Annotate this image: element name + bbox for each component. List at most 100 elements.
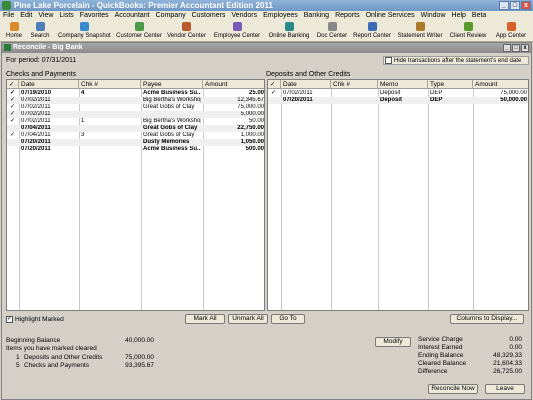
checks-col-date[interactable]: Date — [19, 80, 79, 89]
deposits-cell-date: 07/02/2011 — [283, 90, 313, 96]
menu-window[interactable]: Window — [418, 11, 449, 21]
mark-all-button[interactable]: Mark All — [185, 314, 225, 324]
deposits-col-chk[interactable]: Chk # — [331, 80, 378, 89]
toolbar-home-button[interactable]: Home — [4, 22, 24, 41]
vendor-icon — [182, 22, 191, 31]
deposits-table-row[interactable]: ✓ 07/02/2011 Deposit DEP 75,000.00 — [268, 90, 528, 97]
window-close-button[interactable]: x — [521, 44, 529, 52]
deposits-table[interactable]: ✓ Date Chk # Memo Type Amount ✓ 07/02/201… — [267, 79, 529, 311]
toolbar-label: Company Snapshot — [58, 33, 111, 39]
window-restore-button[interactable]: □ — [512, 44, 520, 52]
checks-cell-payee: Acme Business Su... — [143, 90, 201, 96]
checks-cell-chk: 4 — [81, 90, 85, 96]
leave-button[interactable]: Leave — [485, 384, 525, 394]
toolbar-vendor-center-button[interactable]: Vendor Center — [165, 22, 208, 41]
unmark-all-button[interactable]: Unmark All — [228, 314, 268, 324]
menu-banking[interactable]: Banking — [301, 11, 332, 21]
highlight-marked-checkbox[interactable]: ✓ — [6, 316, 13, 323]
checks-table-row[interactable]: ✓ 07/02/2011 1 Big Bertha's Workshop 50.00 — [7, 118, 264, 125]
maximize-button[interactable]: □ — [510, 1, 520, 10]
checks-cell-date: 07/02/2011 — [21, 111, 51, 117]
checks-col-amount[interactable]: Amount — [203, 80, 264, 89]
toolbar-client-review-button[interactable]: Client Review — [447, 22, 489, 41]
checks-cell-payee: Great Gobs of Clay — [143, 132, 195, 138]
review-icon — [463, 22, 473, 31]
deposits-section-title: Deposits and Other Credits — [266, 71, 351, 78]
toolbar-employee-center-button[interactable]: Employee Center — [212, 22, 262, 41]
checks-table-row[interactable]: ✓ 07/19/2010 4 Acme Business Su... 25.00 — [7, 90, 264, 97]
difference-value: 26,725.00 — [493, 368, 522, 375]
checks-table-row[interactable]: 07/20/2011 Dusty Memories 1,050.00 — [7, 139, 264, 146]
checks-col-chk[interactable]: Chk # — [79, 80, 141, 89]
app-title: Pine Lake Porcelain - QuickBooks: Premie… — [14, 1, 273, 10]
checks-cell-payee: Acme Business Su... — [143, 146, 201, 152]
hide-transactions-option[interactable]: Hide transactions after the statement's … — [383, 56, 529, 65]
close-button[interactable]: x — [521, 1, 531, 10]
checks-cell-date: 07/02/2011 — [21, 118, 51, 124]
checks-col-payee[interactable]: Payee — [141, 80, 203, 89]
menu-lists[interactable]: Lists — [56, 11, 76, 21]
menu-edit[interactable]: Edit — [17, 11, 35, 21]
checks-cell-chk: 1 — [81, 118, 85, 124]
deposits-col-date[interactable]: Date — [281, 80, 331, 89]
columns-to-display-button[interactable]: Columns to Display... — [450, 314, 524, 324]
toolbar-online-banking-button[interactable]: Online Banking — [266, 22, 312, 41]
hide-transactions-checkbox[interactable] — [385, 57, 392, 64]
toolbar-search-button[interactable]: Search — [28, 22, 52, 41]
deposits-col-type[interactable]: Type — [428, 80, 473, 89]
checks-summary-label: Checks and Payments — [24, 362, 90, 369]
deposits-col-memo[interactable]: Memo — [378, 80, 428, 89]
checks-cell-amount: 5,000.00 — [240, 111, 264, 117]
menu-vendors[interactable]: Vendors — [228, 11, 260, 21]
cleared-balance-label: Cleared Balance — [418, 360, 467, 367]
toolbar-doc-center-button[interactable]: Doc Center — [316, 22, 348, 41]
customer-icon — [134, 22, 144, 31]
checks-cell-amount: 12,345.67 — [237, 97, 264, 103]
toolbar-customer-center-button[interactable]: Customer Center — [116, 22, 162, 41]
reconcile-now-button[interactable]: Reconcile Now — [428, 384, 478, 394]
menu-accountant[interactable]: Accountant — [112, 11, 153, 21]
checks-table-row[interactable]: ✓ 07/02/2011 Great Gobs of Clay 75,000.00 — [7, 104, 264, 111]
checks-count: 5 — [16, 362, 20, 369]
menu-online-services[interactable]: Online Services — [363, 11, 418, 21]
toolbar-app-center-button[interactable]: App Center — [492, 22, 530, 41]
checks-cell-amount: 25.00 — [248, 90, 264, 96]
app-title-bar: Pine Lake Porcelain - QuickBooks: Premie… — [0, 0, 533, 11]
deposits-col-amount[interactable]: Amount — [473, 80, 528, 89]
checks-table-row[interactable]: 07/20/2011 Acme Business Su... 500.00 — [7, 146, 264, 153]
menu-favorites[interactable]: Favorites — [77, 11, 112, 21]
minimize-button[interactable]: _ — [499, 1, 509, 10]
toolbar-label: Online Banking — [268, 33, 310, 39]
checks-table-row[interactable]: ✓ 07/02/2011 5,000.00 — [7, 111, 264, 118]
checks-cell-chk: 3 — [81, 132, 85, 138]
checks-cell-mark: ✓ — [10, 97, 16, 103]
menu-customers[interactable]: Customers — [189, 11, 229, 21]
checks-table[interactable]: ✓ Date Chk # Payee Amount ✓ 07/19/2010 4 Ac… — [6, 79, 265, 311]
toolbar-label: Doc Center — [316, 33, 348, 39]
menu-help[interactable]: Help — [449, 11, 469, 21]
window-minimize-button[interactable]: _ — [503, 44, 511, 52]
toolbar-statement-writer-button[interactable]: Statement Writer — [397, 22, 443, 41]
toolbar-company-snapshot-button[interactable]: Company Snapshot — [58, 22, 111, 41]
menu-view[interactable]: View — [35, 11, 56, 21]
checks-col-check[interactable]: ✓ — [7, 80, 19, 89]
menu-company[interactable]: Company — [153, 11, 189, 21]
go-to-button[interactable]: Go To — [271, 314, 305, 324]
checks-cell-payee: Great Gobs of Clay — [143, 104, 195, 110]
menu-beta[interactable]: Beta — [469, 11, 489, 21]
toolbar-report-center-button[interactable]: Report Center — [352, 22, 392, 41]
menu-reports[interactable]: Reports — [332, 11, 363, 21]
deposits-cell-amount: 75,000.00 — [500, 90, 527, 96]
highlight-marked-option[interactable]: ✓ Highlight Marked — [6, 316, 64, 323]
deposits-col-check[interactable]: ✓ — [268, 80, 281, 89]
checks-table-row[interactable]: 07/04/2011 Great Gobs of Clay 22,750.00 — [7, 125, 264, 132]
modify-button[interactable]: Modify — [375, 337, 411, 347]
deposits-table-row[interactable]: 07/20/2011 Deposit DEP 50,000.00 — [268, 97, 528, 104]
checks-cell-date: 07/19/2010 — [21, 90, 52, 96]
checks-table-row[interactable]: ✓ 07/02/2011 Big Bertha's Workshop 12,345.6… — [7, 97, 264, 104]
menu-employees[interactable]: Employees — [260, 11, 301, 21]
checks-cell-date: 07/02/2011 — [21, 97, 51, 103]
checks-table-row[interactable]: ✓ 07/04/2011 3 Great Gobs of Clay 1,000.00 — [7, 132, 264, 139]
menu-file[interactable]: File — [0, 11, 17, 21]
toolbar-label: App Center — [495, 33, 527, 39]
